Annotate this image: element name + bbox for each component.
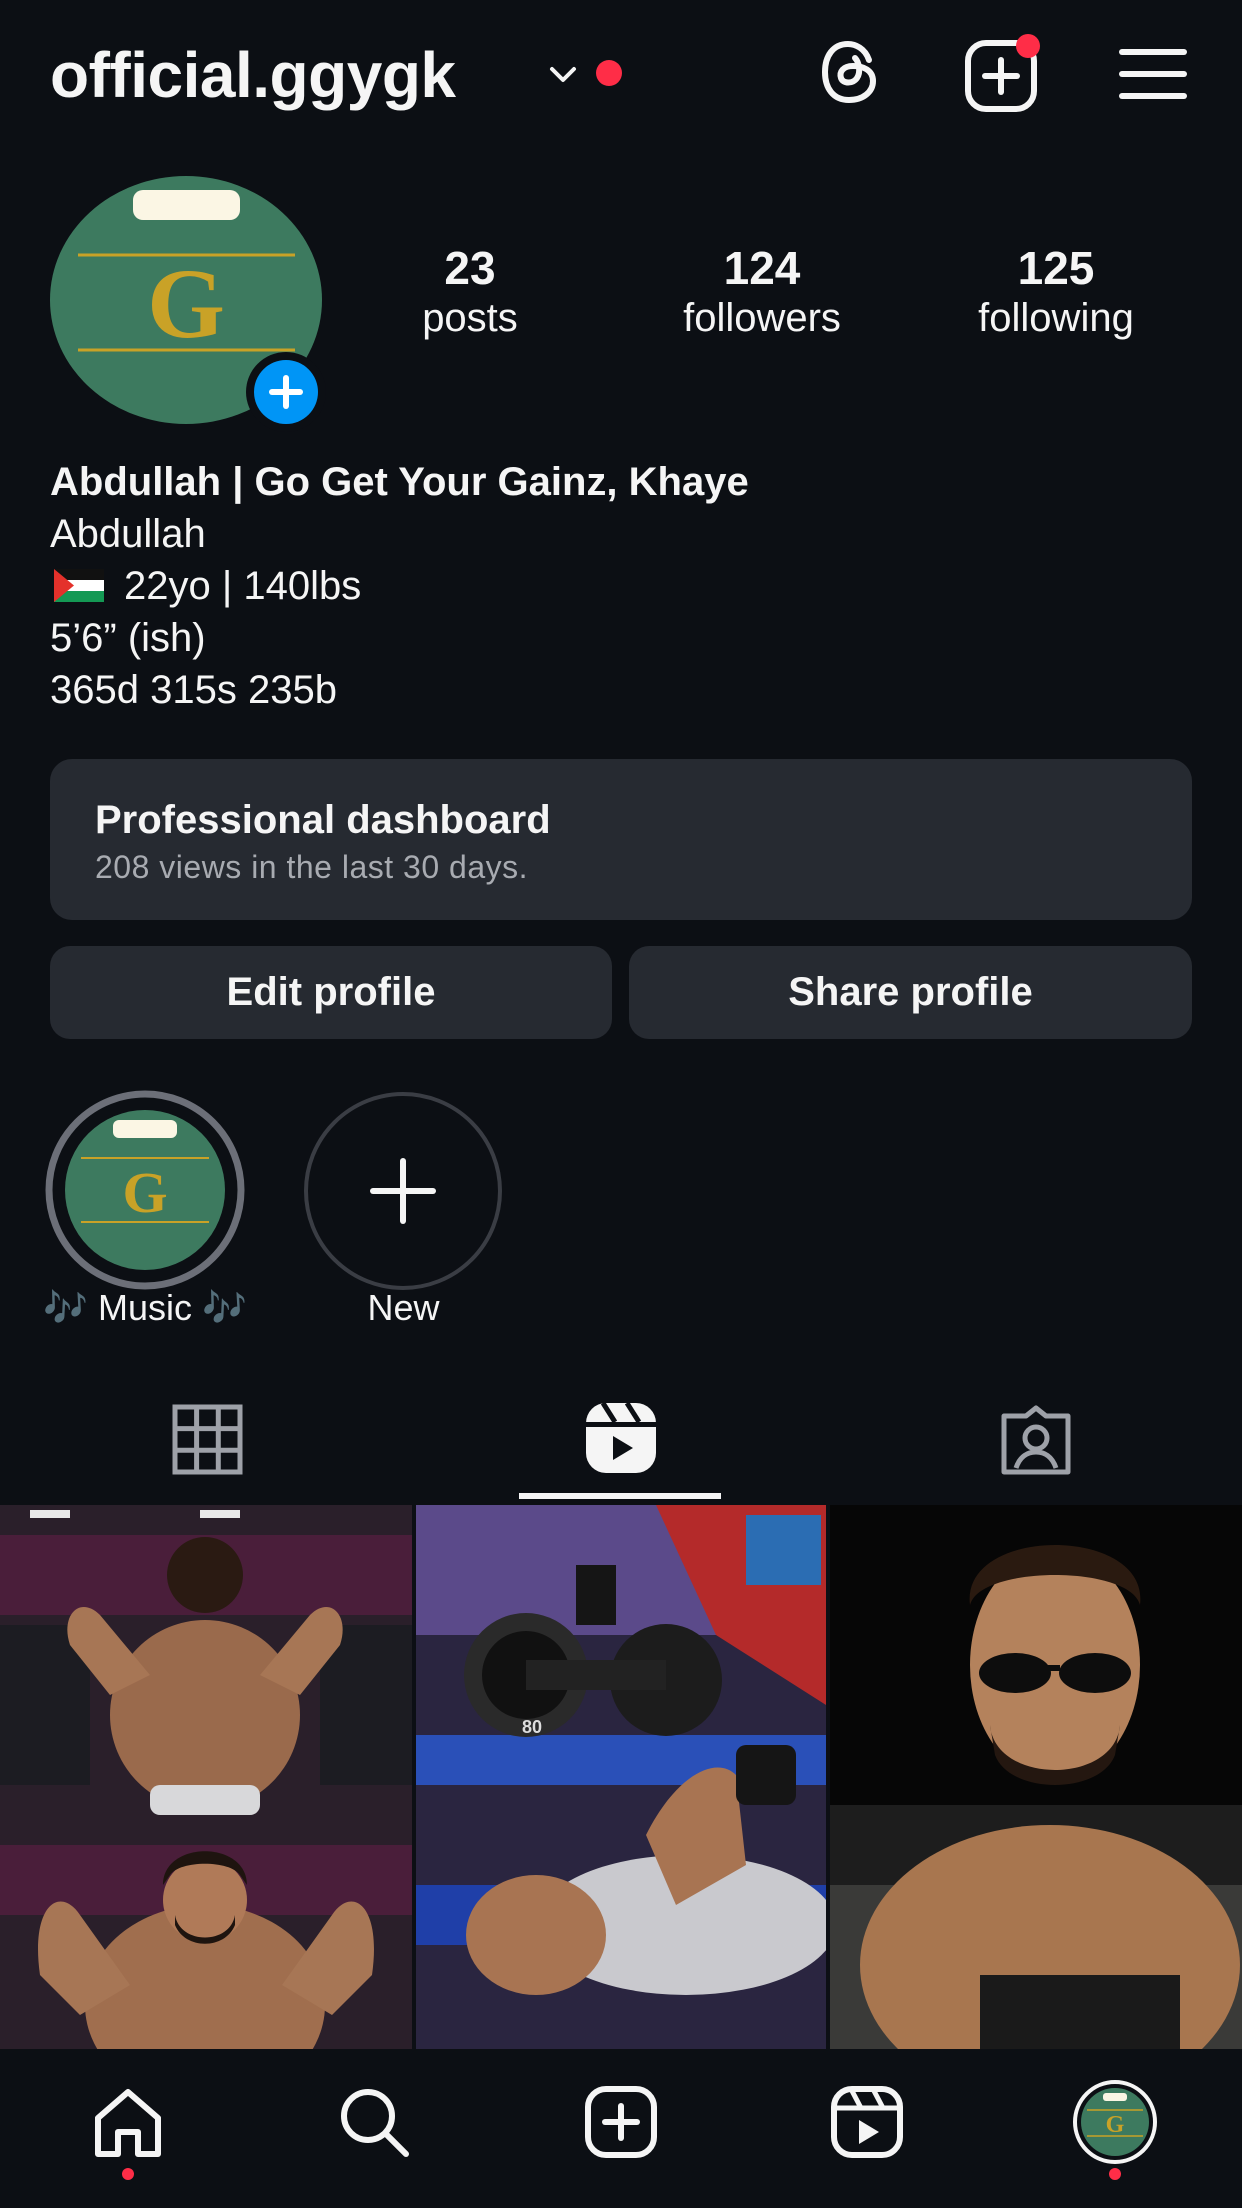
reel-thumbnail[interactable] xyxy=(0,1505,412,2049)
menu-icon[interactable] xyxy=(1118,44,1188,104)
bio-display-name: Abdullah | Go Get Your Gainz, Khaye xyxy=(50,460,749,504)
stat-followers[interactable]: 124 followers xyxy=(652,240,872,342)
profile-username[interactable]: official.ggygk xyxy=(50,30,456,120)
home-icon[interactable] xyxy=(90,2084,166,2160)
tagged-icon[interactable] xyxy=(998,1402,1074,1478)
reel-image xyxy=(830,1505,1242,2049)
home-notification-dot xyxy=(122,2168,134,2180)
reels-icon[interactable] xyxy=(583,1400,659,1476)
threads-icon[interactable] xyxy=(815,36,887,108)
reel-thumbnail[interactable] xyxy=(830,1505,1242,2049)
stat-label: followers xyxy=(683,296,841,340)
palestine-flag-icon xyxy=(54,568,104,602)
bio-line: Abdullah xyxy=(50,512,206,556)
svg-text:G: G xyxy=(1106,2112,1125,2138)
bio-line: 5’6” (ish) xyxy=(50,616,206,660)
notification-dot xyxy=(596,60,622,86)
plus-icon xyxy=(269,375,303,409)
bio-line: 22yo | 140lbs xyxy=(50,560,361,612)
highlight-new-button[interactable] xyxy=(303,1091,504,1292)
stat-posts[interactable]: 23 posts xyxy=(360,240,580,342)
profile-nav-avatar[interactable]: G xyxy=(1073,2080,1157,2164)
reel-image xyxy=(0,1505,412,2049)
bio-line: 365d 315s 235b xyxy=(50,668,337,712)
bio-stats-text: 22yo | 140lbs xyxy=(124,564,362,608)
add-story-button[interactable] xyxy=(246,352,326,432)
dashboard-subtitle: 208 views in the last 30 days. xyxy=(95,849,529,885)
grid-icon[interactable] xyxy=(170,1402,245,1477)
svg-text:80: 80 xyxy=(522,1717,542,1737)
active-tab-indicator xyxy=(519,1493,721,1499)
plus-icon xyxy=(370,1158,436,1224)
stat-value: 23 xyxy=(444,242,496,294)
stat-label: following xyxy=(978,296,1134,340)
edit-profile-button[interactable]: Edit profile xyxy=(50,946,612,1039)
highlight-music[interactable]: G xyxy=(45,1090,245,1290)
reels-nav-icon[interactable] xyxy=(829,2084,905,2160)
chevron-down-icon[interactable] xyxy=(548,60,578,90)
share-profile-button[interactable]: Share profile xyxy=(629,946,1192,1039)
professional-dashboard-card[interactable]: Professional dashboard 208 views in the … xyxy=(50,759,1192,920)
profile-notification-dot xyxy=(1109,2168,1121,2180)
create-notification-dot xyxy=(1016,34,1040,58)
stat-label: posts xyxy=(422,296,518,340)
highlight-music-label: 🎶 Music 🎶 xyxy=(43,1287,247,1328)
reel-thumbnail[interactable]: 80 xyxy=(416,1505,826,2049)
svg-text:G: G xyxy=(122,1160,167,1225)
svg-text:G: G xyxy=(147,248,225,359)
create-post-icon[interactable] xyxy=(583,2084,659,2160)
stat-value: 124 xyxy=(723,242,801,294)
stat-following[interactable]: 125 following xyxy=(946,240,1166,342)
stat-value: 125 xyxy=(1017,242,1095,294)
reel-image: 80 xyxy=(416,1505,826,2049)
dashboard-title: Professional dashboard xyxy=(95,798,551,842)
search-icon[interactable] xyxy=(336,2084,412,2160)
highlight-new-label: New xyxy=(367,1287,440,1328)
